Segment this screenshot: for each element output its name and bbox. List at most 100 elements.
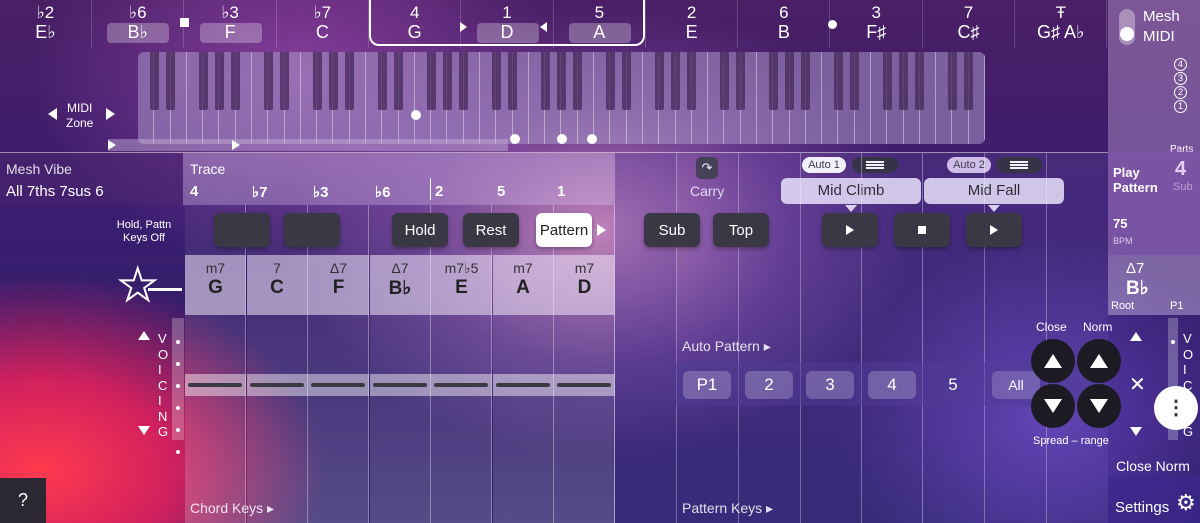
piano-black-key[interactable] [149,52,159,110]
play-button-1[interactable] [822,213,878,247]
piano-black-key[interactable] [947,52,957,110]
page-dot[interactable] [510,134,520,144]
zone-right-arrow[interactable] [106,108,115,120]
piano-black-key[interactable] [882,52,892,110]
settings-label[interactable]: Settings [1115,499,1169,516]
top-key-0[interactable]: ♭2 E♭ [0,0,92,48]
piano-black-key[interactable] [622,52,632,110]
sub-button[interactable]: Sub [644,213,700,247]
piano-black-key[interactable] [833,52,843,110]
mode-midi-label[interactable]: MIDI [1143,28,1175,45]
pattern-part-5[interactable]: 5 [929,371,977,399]
voicing-down-arrow-right[interactable] [1130,427,1142,436]
voicing-up-arrow[interactable] [138,331,150,340]
piano-black-key[interactable] [345,52,355,110]
piano-black-key[interactable] [573,52,583,110]
piano-black-key[interactable] [377,52,387,110]
piano-black-key[interactable] [459,52,469,110]
piano-black-key[interactable] [687,52,697,110]
chord-key-column[interactable] [369,205,431,523]
part-number-1[interactable]: 1 [1174,100,1187,113]
gear-icon[interactable]: ⚙ [1176,490,1196,516]
voicing-track[interactable] [172,318,184,440]
top-key-7[interactable]: 2E [646,0,739,48]
piano-black-key[interactable] [442,52,452,110]
page-dot[interactable] [587,134,597,144]
piano-black-key[interactable] [719,52,729,110]
piano-black-key[interactable] [280,52,290,110]
piano-black-key[interactable] [557,52,566,110]
hold-button[interactable]: Hold [392,213,448,247]
voicing-down-arrow[interactable] [138,426,150,435]
rest-button[interactable]: Rest [463,213,519,247]
more-options-button[interactable]: ⋮ [1154,386,1198,430]
part-number-list[interactable]: 4321 [1174,58,1188,128]
piano-black-key[interactable] [198,52,208,110]
pattern-key-column[interactable] [922,153,984,523]
chord-key-column[interactable] [308,205,369,523]
top-key-1[interactable]: ♭6 B♭ [92,0,185,48]
piano-black-key[interactable] [671,52,681,110]
top-button[interactable]: Top [713,213,769,247]
top-key-2[interactable]: ♭3 F [185,0,277,48]
chord-key-column[interactable] [554,205,615,523]
pattern-part-4[interactable]: 4 [868,371,916,399]
stop-button[interactable] [894,213,950,247]
pattern-key-column[interactable] [1046,153,1108,523]
pattern-key-column[interactable] [861,153,923,523]
piano-black-key[interactable] [231,52,241,110]
help-button[interactable]: ? [0,478,46,523]
piano-black-key[interactable] [214,52,224,110]
chord-key-column[interactable] [431,205,492,523]
top-key-10[interactable]: 7 C♯ [923,0,1015,48]
piano-black-key[interactable] [312,52,322,110]
piano-black-key[interactable] [850,52,860,110]
piano-black-key[interactable] [899,52,909,110]
piano-black-key[interactable] [263,52,273,110]
chord-key-column[interactable] [185,205,246,523]
play-button-2[interactable] [966,213,1022,247]
piano-black-key[interactable] [491,52,501,110]
pattern-button[interactable]: Pattern [536,213,592,247]
pattern-keys-label[interactable]: Pattern Keys ▸ [682,500,773,517]
piano-black-key[interactable] [508,52,518,110]
close-down-button[interactable] [1031,384,1075,428]
top-key-9[interactable]: 3 F♯ [831,0,923,48]
bpm-value[interactable]: 75 [1113,216,1127,231]
piano-black-key[interactable] [964,52,974,110]
top-key-11[interactable]: Ŧ G♯ A♭ [1015,0,1108,48]
zone-scrollbar[interactable] [108,139,508,151]
zone-left-arrow[interactable] [48,108,57,120]
voicing-up-arrow-right[interactable] [1130,332,1142,341]
top-key-3[interactable]: ♭7 C [277,0,369,48]
pattern-part-2[interactable]: 2 [745,371,793,399]
hold-pattern-label[interactable]: Hold, Pattn Keys Off [112,219,176,245]
trace-panel[interactable] [183,153,614,205]
auto-pattern-label[interactable]: Auto Pattern ▸ [682,338,771,355]
pattern-part-3[interactable]: 3 [806,371,854,399]
close-up-button[interactable] [1031,339,1075,383]
mode-mesh-label[interactable]: Mesh [1143,8,1180,25]
pattern-key-column[interactable] [614,153,676,523]
piano-black-key[interactable] [654,52,664,110]
chord-key-column[interactable] [492,205,554,523]
clear-icon[interactable]: ✕ [1129,372,1146,397]
pattern-part-p1[interactable]: P1 [683,371,731,399]
piano-black-key[interactable] [328,52,338,110]
piano-black-key[interactable] [540,52,550,110]
blank-button-2[interactable] [284,213,340,247]
piano-black-key[interactable] [394,52,404,110]
piano-black-key[interactable] [768,52,778,110]
part-number-3[interactable]: 3 [1174,72,1187,85]
piano-black-key[interactable] [736,52,746,110]
norm-up-button[interactable] [1077,339,1121,383]
chord-key-column[interactable] [246,205,308,523]
piano-keyboard[interactable] [138,52,985,144]
part-number-2[interactable]: 2 [1174,86,1187,99]
top-key-8[interactable]: 6B [738,0,831,48]
piano-black-key[interactable] [915,52,925,110]
piano-black-key[interactable] [426,52,436,110]
piano-black-key[interactable] [785,52,795,110]
blank-button-1[interactable] [214,213,270,247]
chord-keys-label[interactable]: Chord Keys ▸ [190,500,274,517]
